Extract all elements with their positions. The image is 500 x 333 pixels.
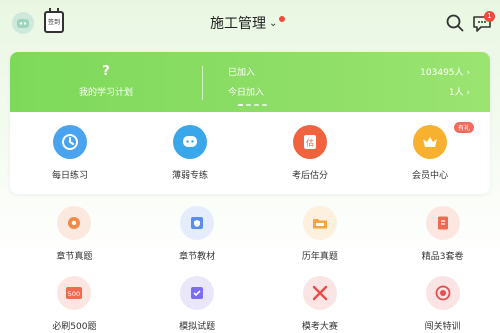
feature-grid: 章节真题 章节教材 历年真题 精品3套卷 500 必刷500题 模拟试题 模考大…: [0, 206, 500, 333]
stat-value: 103495人 ›: [420, 68, 470, 78]
swords-icon: [302, 276, 337, 310]
stat-value: 1人 ›: [448, 88, 470, 98]
crown-icon: [413, 125, 447, 159]
study-card: ? 我的学习计划 已加入 103495人 › 今日加入 1人 › 每日练习 薄弱…: [10, 52, 490, 194]
grid-item-mock-contest[interactable]: 模考大赛: [263, 276, 378, 333]
quick-score-estimate[interactable]: 估 考后估分: [250, 125, 370, 185]
stat-joined[interactable]: 已加入 103495人 ›: [228, 65, 470, 78]
message-badge: 1: [484, 11, 495, 22]
plan-label: 我的学习计划: [78, 88, 133, 98]
top-bar: 签到 施工管理 ⌄ 1: [0, 0, 500, 44]
grid-label: 历年真题: [301, 252, 338, 262]
score-icon: 估: [293, 125, 327, 159]
exam-selector[interactable]: 施工管理 ⌄: [210, 12, 286, 34]
grid-label: 模拟试题: [179, 322, 216, 332]
document-icon: [425, 206, 460, 240]
score-500-icon: 500: [57, 276, 92, 310]
grid-label: 章节教材: [179, 252, 216, 262]
gear-icon: [57, 206, 92, 240]
grid-item-mock-questions[interactable]: 模拟试题: [140, 276, 255, 333]
grid-row: 500 必刷500题 模拟试题 模考大赛 闯关特训: [0, 276, 500, 333]
grid-label: 闯关特训: [424, 322, 461, 332]
checkin-button[interactable]: 签到: [44, 8, 64, 33]
grid-label: 精品3套卷: [421, 252, 464, 262]
study-banner: ? 我的学习计划 已加入 103495人 › 今日加入 1人 ›: [10, 52, 490, 112]
stat-today[interactable]: 今日加入 1人 ›: [228, 85, 470, 98]
plan-symbol: ?: [102, 64, 110, 79]
book-shield-icon: [180, 206, 215, 240]
robot-face-icon: [17, 19, 29, 28]
notification-dot: [279, 16, 286, 22]
checkin-label: 签到: [47, 19, 60, 26]
grid-item-premium-papers[interactable]: 精品3套卷: [385, 206, 500, 276]
clock-icon: [53, 125, 87, 159]
checklist-icon: [180, 276, 215, 310]
grid-item-level-training[interactable]: 闯关特训: [385, 276, 500, 333]
avatar[interactable]: [12, 12, 34, 34]
quick-actions: 每日练习 薄弱专练 估 考后估分 有礼 会员中心: [10, 122, 490, 185]
stat-label: 今日加入: [228, 88, 265, 98]
grid-label: 必刷500题: [52, 322, 97, 332]
quick-member-center[interactable]: 有礼 会员中心: [370, 122, 490, 185]
divider: [202, 66, 203, 100]
quick-label: 薄弱专练: [171, 171, 208, 181]
svg-text:估: 估: [306, 138, 314, 148]
grid-item-chapter-questions[interactable]: 章节真题: [17, 206, 132, 276]
folder-icon: [302, 206, 337, 240]
quick-daily-practice[interactable]: 每日练习: [10, 125, 130, 185]
grid-item-must-do-500[interactable]: 500 必刷500题: [17, 276, 132, 333]
stat-label: 已加入: [228, 68, 256, 78]
grid-row: 章节真题 章节教材 历年真题 精品3套卷: [0, 206, 500, 276]
grid-label: 模考大赛: [301, 322, 338, 332]
target-icon: [425, 276, 460, 310]
grid-item-past-exams[interactable]: 历年真题: [263, 206, 378, 276]
quick-label: 每日练习: [51, 171, 88, 181]
search-icon[interactable]: [446, 14, 464, 32]
svg-text:500: 500: [68, 290, 80, 298]
study-plan[interactable]: ? 我的学习计划: [10, 52, 202, 112]
grid-label: 章节真题: [56, 252, 93, 262]
quick-label: 会员中心: [411, 171, 448, 181]
chevron-down-icon: ⌄: [269, 17, 278, 29]
chat-face-icon: [173, 125, 207, 159]
gift-tag: 有礼: [454, 122, 475, 133]
quick-weak-practice[interactable]: 薄弱专练: [130, 125, 250, 185]
carousel-dots: [238, 104, 267, 106]
grid-item-chapter-textbook[interactable]: 章节教材: [140, 206, 255, 276]
page-title: 施工管理: [210, 16, 266, 32]
quick-label: 考后估分: [291, 171, 328, 181]
